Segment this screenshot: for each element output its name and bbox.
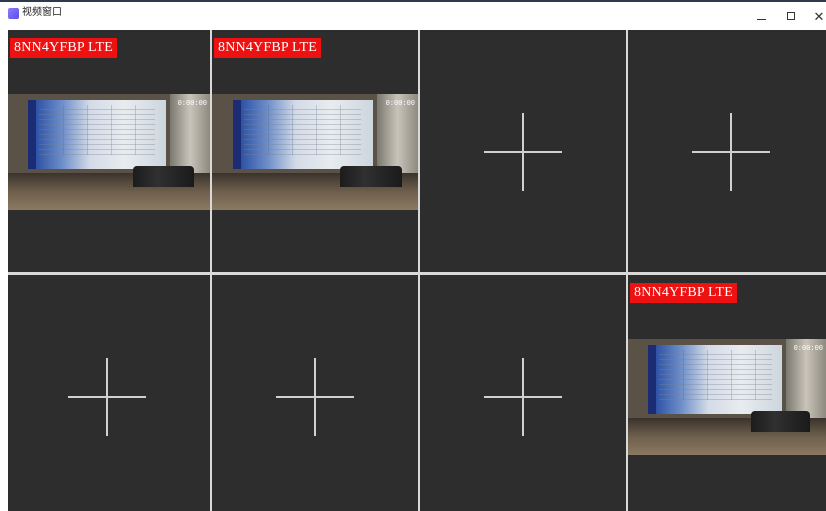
device-label: 8NN4YFBP LTE — [630, 283, 737, 303]
device-label: 8NN4YFBP LTE — [214, 38, 321, 58]
video-cell[interactable]: 0:00:00 8NN4YFBP LTE — [628, 275, 826, 511]
minimize-icon — [756, 18, 766, 20]
maximize-button[interactable] — [777, 5, 805, 27]
video-timestamp: 0:00:00 — [177, 100, 207, 108]
maximize-icon — [787, 12, 795, 20]
video-cell-empty[interactable] — [420, 30, 626, 272]
video-screen-wall — [28, 99, 166, 170]
video-cell-empty[interactable] — [212, 275, 418, 511]
video-screen-wall — [232, 99, 373, 170]
close-button[interactable]: ✕ — [805, 5, 826, 27]
video-cell-empty[interactable] — [420, 275, 626, 511]
video-cell-empty[interactable] — [8, 275, 210, 511]
video-timestamp: 0:00:00 — [385, 100, 415, 108]
video-feed[interactable]: 0:00:00 — [628, 339, 826, 455]
minimize-button[interactable] — [747, 5, 775, 27]
video-feed[interactable]: 0:00:00 — [8, 94, 210, 210]
close-icon: ✕ — [813, 8, 825, 24]
window-title: 视频窗口 — [22, 7, 62, 18]
app-icon — [8, 8, 19, 19]
video-timestamp: 0:00:00 — [793, 345, 823, 353]
video-cell[interactable]: 0:00:00 8NN4YFBP LTE — [212, 30, 418, 272]
video-screen-wall — [647, 344, 783, 415]
video-cell-empty[interactable] — [628, 30, 826, 272]
device-label: 8NN4YFBP LTE — [10, 38, 117, 58]
video-cell[interactable]: 0:00:00 8NN4YFBP LTE — [8, 30, 210, 272]
title-bar: 视频窗口 ✕ — [0, 0, 826, 30]
video-grid: 0:00:00 8NN4YFBP LTE 0:00:00 8NN4YFBP LT… — [8, 30, 826, 511]
video-feed[interactable]: 0:00:00 — [212, 94, 418, 210]
